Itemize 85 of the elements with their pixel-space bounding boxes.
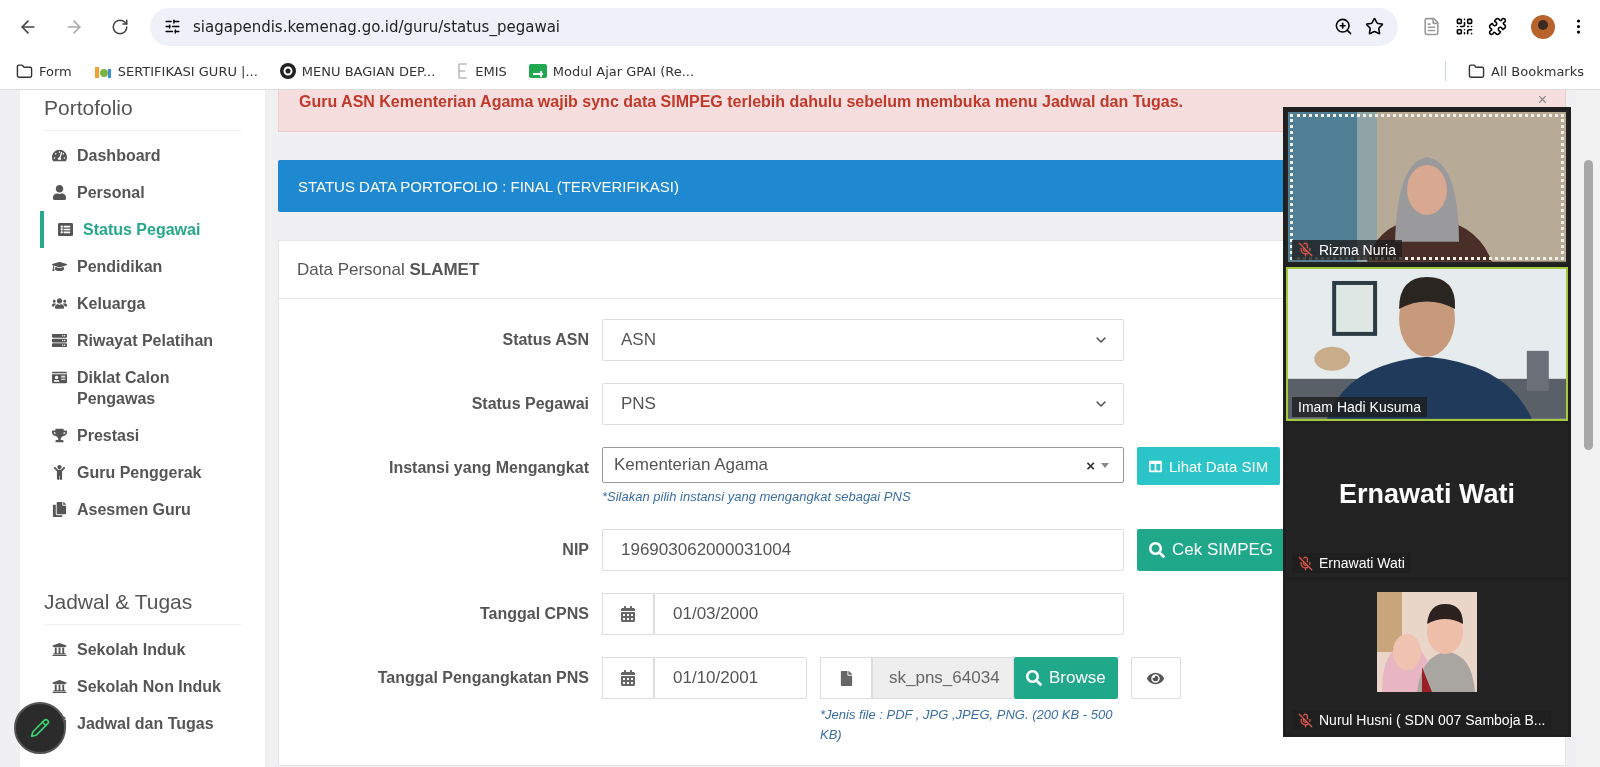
bookmark[interactable]: Modul Ajar GPAI (Re...: [528, 63, 695, 79]
video-tile[interactable]: Imam Hadi Kusuma: [1286, 266, 1568, 421]
star-icon[interactable]: [1365, 17, 1384, 36]
hint-text: *Silakan pilih instansi yang mengangkat sebagai PNS: [602, 488, 912, 506]
section-title: Portofolio: [44, 90, 241, 131]
sidebar-item[interactable]: Dashboard: [40, 137, 241, 174]
hint-text: *Jenis file : PDF , JPG ,JPEG, PNG. (200 KB - 500 KB): [820, 706, 1114, 744]
section-title: Jadwal & Tugas: [44, 584, 241, 625]
server-icon: [52, 333, 67, 348]
document-icon: [52, 502, 67, 517]
muted-mic-icon: [1298, 242, 1313, 258]
search-icon: [1026, 670, 1042, 686]
extensions-icon[interactable]: [1488, 17, 1507, 36]
field-label: Tanggal CPNS: [478, 604, 589, 624]
muted-mic-icon: [1298, 555, 1313, 571]
muted-mic-icon: [1298, 712, 1313, 728]
sidebar-item[interactable]: Pendidikan: [40, 248, 241, 285]
select-field[interactable]: ASN: [602, 319, 1124, 361]
sidebar-item[interactable]: Sekolah Induk: [40, 631, 241, 668]
select-field[interactable]: Kementerian Agama ×: [602, 447, 1124, 483]
folder-icon: [16, 62, 33, 80]
bank-icon: [52, 642, 67, 657]
bookmark[interactable]: SERTIFIKASI GURU |...: [93, 63, 258, 79]
sidebar-item[interactable]: Keluarga: [40, 285, 241, 322]
nip-field[interactable]: 196903062000031004: [602, 529, 1124, 571]
users-icon: [52, 296, 67, 311]
bookmark-logo-icon: [457, 63, 470, 79]
caret-icon: [1101, 462, 1109, 468]
date-field[interactable]: 01/03/2000: [654, 593, 1124, 635]
bookmark-logo-icon: [528, 64, 547, 78]
id-card-icon: [52, 370, 67, 385]
pencil-icon: [30, 718, 50, 738]
graduation-cap-icon: [52, 259, 67, 274]
select-field[interactable]: PNS: [602, 383, 1124, 425]
site-settings-icon[interactable]: [164, 18, 181, 35]
preview-button[interactable]: [1130, 657, 1181, 699]
bookmark-logo-icon: [279, 63, 296, 79]
field-label: Tanggal Pengangkatan PNS: [376, 668, 589, 688]
bank-icon: [52, 679, 67, 694]
field-label: Status ASN: [501, 330, 589, 350]
avatar[interactable]: [1531, 14, 1555, 39]
participant-name: Ernawati Wati: [1319, 555, 1405, 572]
date-field[interactable]: 01/10/2001: [654, 657, 807, 699]
video-tile[interactable]: Nurul Husni ( SDN 007 Samboja B...: [1286, 580, 1568, 734]
clear-button[interactable]: ×: [1086, 456, 1095, 474]
sidebar-item[interactable]: Sekolah Non Induk: [40, 668, 241, 705]
field-label: NIP: [561, 540, 589, 560]
sidebar-item[interactable]: Prestasi: [40, 417, 241, 454]
url-text: siagapendis.kemenag.go.id/guru/status_pegawai: [193, 17, 561, 36]
participant-name: Ernawati Wati: [1339, 478, 1515, 510]
list-icon: [58, 222, 73, 237]
card-title: Data Personal SLAMET: [297, 259, 480, 280]
bookmark[interactable]: Form: [16, 62, 72, 80]
zoom-icon[interactable]: [1334, 17, 1353, 36]
participant-name: Nurul Husni ( SDN 007 Samboja B...: [1319, 712, 1546, 728]
person-icon: [52, 465, 67, 480]
document-icon[interactable]: [1422, 17, 1441, 36]
columns-icon: [1149, 459, 1162, 473]
user-icon: [52, 185, 67, 200]
file-name-field[interactable]: sk_pns_64034: [872, 657, 1014, 699]
participant-name: Imam Hadi Kusuma: [1298, 398, 1421, 415]
sidebar-item[interactable]: Personal: [40, 174, 241, 211]
alert-text: Guru ASN Kementerian Agama wajib sync data SIMPEG terlebih dahulu sebelum membuka menu Jadwal dan Tugas.: [299, 93, 1184, 111]
participant-name: Rizma Nuria: [1319, 241, 1396, 258]
search-icon: [1149, 542, 1165, 558]
calendar-icon: [620, 606, 636, 622]
calendar-icon: [620, 670, 636, 686]
address-bar[interactable]: siagapendis.kemenag.go.id/guru/status_pegawai: [150, 7, 1398, 46]
all-bookmarks-button[interactable]: All Bookmarks: [1468, 62, 1584, 80]
sidebar-item[interactable]: Asesmen Guru: [40, 491, 241, 528]
video-tile[interactable]: Ernawati Wati Ernawati Wati: [1286, 423, 1568, 578]
folder-icon: [1468, 62, 1486, 80]
bookmark[interactable]: MENU BAGIAN DEP...: [279, 63, 436, 79]
trophy-icon: [52, 428, 67, 443]
reload-icon: [111, 17, 129, 36]
field-label: Status Pegawai: [470, 394, 589, 414]
qr-code-icon[interactable]: [1455, 17, 1474, 36]
field-label: Instansi yang Mengangkat: [387, 458, 589, 478]
sidebar-item[interactable]: Guru Penggerak: [40, 454, 241, 491]
sidebar-item[interactable]: Diklat Calon Pengawas: [40, 359, 241, 417]
sidebar-item[interactable]: Riwayat Pelatihan: [40, 322, 241, 359]
bookmark[interactable]: EMIS: [457, 63, 507, 79]
gauge-icon: [52, 148, 67, 163]
file-icon: [838, 670, 854, 686]
video-tile[interactable]: Rizma Nuria: [1286, 110, 1568, 264]
